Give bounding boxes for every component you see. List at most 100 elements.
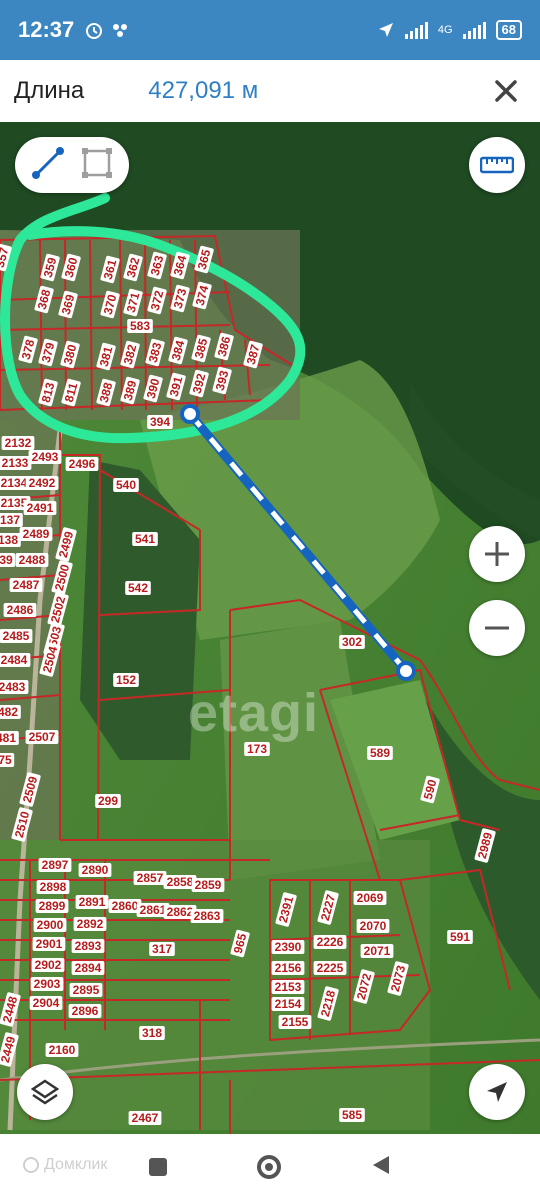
parcel-number: 2897 xyxy=(42,858,69,872)
parcel-label[interactable]: 2491 xyxy=(23,501,57,515)
parcel-label[interactable]: 2898 xyxy=(36,880,70,894)
status-right: 4G 68 xyxy=(377,20,522,40)
parcel-label[interactable]: 2156 xyxy=(271,961,305,975)
parcel-label[interactable]: 2467 xyxy=(128,1111,162,1125)
map-canvas[interactable]: 357 359 360 361 362 363 364 365368 369 370 371 372 3… xyxy=(0,122,540,1134)
parcel-label[interactable]: 2857 xyxy=(133,871,167,885)
parcel-label[interactable]: 152 xyxy=(113,673,139,687)
parcel-number: 2899 xyxy=(39,899,66,913)
recent-apps-button[interactable] xyxy=(149,1158,167,1176)
parcel-label[interactable]: 137 xyxy=(0,513,23,527)
parcel-label[interactable]: 2895 xyxy=(69,983,103,997)
map-view[interactable]: 357 359 360 361 362 363 364 365 368 369 370 371 372 3… xyxy=(0,122,540,1134)
parcel-label[interactable]: 39 xyxy=(0,553,16,567)
parcel-label[interactable]: 585 xyxy=(339,1108,365,1122)
parcel-label[interactable]: 2489 xyxy=(19,527,53,541)
parcel-label[interactable]: 318 xyxy=(139,1026,165,1040)
parcel-number: 2895 xyxy=(73,983,100,997)
home-button[interactable] xyxy=(257,1155,281,1179)
parcel-label[interactable]: 2900 xyxy=(33,918,67,932)
parcel-label[interactable]: 2483 xyxy=(0,680,29,694)
parcel-number: 542 xyxy=(128,581,148,595)
parcel-label[interactable]: 2894 xyxy=(71,961,105,975)
parcel-label[interactable]: 2488 xyxy=(15,553,49,567)
parcel-label[interactable]: 2132 xyxy=(1,436,35,450)
parcel-number: 75 xyxy=(0,753,12,767)
parcel-label[interactable]: 2493 xyxy=(28,450,62,464)
parcel-label[interactable]: 2486 xyxy=(3,603,37,617)
parcel-label[interactable]: 2133 xyxy=(0,456,32,470)
close-button[interactable] xyxy=(486,71,526,111)
layers-button[interactable] xyxy=(17,1064,73,1120)
back-button[interactable] xyxy=(371,1154,391,1181)
parcel-label[interactable]: 542 xyxy=(125,581,151,595)
locate-button[interactable] xyxy=(469,1064,525,1120)
parcel-label[interactable]: 2891 xyxy=(75,895,109,909)
parcel-label[interactable]: 2154 xyxy=(271,997,305,1011)
parcel-label[interactable]: 302 xyxy=(339,635,365,649)
parcel-label[interactable]: 138 xyxy=(0,533,21,547)
parcel-label[interactable]: 2492 xyxy=(25,476,59,490)
measure-end-point[interactable] xyxy=(396,661,416,681)
parcel-label[interactable]: 2487 xyxy=(9,578,43,592)
parcel-label[interactable]: 2903 xyxy=(30,977,64,991)
zoom-out-button[interactable] xyxy=(469,600,525,656)
parcel-number: 318 xyxy=(142,1026,162,1040)
parcel-label[interactable]: 2858 xyxy=(163,875,197,889)
parcel-label[interactable]: 2070 xyxy=(356,919,390,933)
ruler-button[interactable] xyxy=(469,137,525,193)
parcel-label[interactable]: 2485 xyxy=(0,629,33,643)
parcel-label[interactable]: 299 xyxy=(95,794,121,808)
parcel-label[interactable]: 540 xyxy=(113,478,139,492)
parcel-number: 2901 xyxy=(36,937,63,951)
parcel-number: 540 xyxy=(116,478,136,492)
parcel-label[interactable]: 2071 xyxy=(360,944,394,958)
parcel-label[interactable]: 2484 xyxy=(0,653,31,667)
parcel-label[interactable]: 2904 xyxy=(29,996,63,1010)
zoom-in-button[interactable] xyxy=(469,526,525,582)
parcel-label[interactable]: 75 xyxy=(0,753,15,767)
parcel-number: 2862 xyxy=(167,905,194,919)
area-mode-button[interactable] xyxy=(79,145,115,186)
parcel-number: 2857 xyxy=(137,871,164,885)
parcel-label[interactable]: 2860 xyxy=(108,899,142,913)
parcel-label[interactable]: 589 xyxy=(367,746,393,760)
parcel-label[interactable]: 2863 xyxy=(190,909,224,923)
parcel-number: 2893 xyxy=(75,939,102,953)
parcel-label[interactable]: 2153 xyxy=(271,980,305,994)
parcel-label[interactable]: 2155 xyxy=(278,1015,312,1029)
parcel-label[interactable]: 583 xyxy=(127,319,153,333)
parcel-label[interactable]: 2901 xyxy=(32,937,66,951)
parcel-number: 2859 xyxy=(195,878,222,892)
parcel-number: 2156 xyxy=(275,961,302,975)
parcel-label[interactable]: 2496 xyxy=(65,457,99,471)
system-nav-bar: Домклик xyxy=(0,1134,540,1200)
parcel-label[interactable]: 2160 xyxy=(45,1043,79,1057)
parcel-label[interactable]: 482 xyxy=(0,705,21,719)
parcel-number: 2069 xyxy=(357,891,384,905)
parcel-label[interactable]: 2893 xyxy=(71,939,105,953)
parcel-label[interactable]: 2892 xyxy=(73,917,107,931)
parcel-label[interactable]: 2225 xyxy=(313,961,347,975)
parcel-label[interactable]: 394 xyxy=(147,415,173,429)
line-mode-button[interactable] xyxy=(30,145,66,186)
measure-start-point[interactable] xyxy=(180,404,200,424)
parcel-label[interactable]: 2069 xyxy=(353,891,387,905)
parcel-label[interactable]: 173 xyxy=(244,742,270,756)
parcel-label[interactable]: 2899 xyxy=(35,899,69,913)
parcel-label[interactable]: 317 xyxy=(149,942,175,956)
parcel-label[interactable]: 591 xyxy=(447,930,473,944)
parcel-label[interactable]: 2896 xyxy=(68,1004,102,1018)
parcel-label[interactable]: 541 xyxy=(132,532,158,546)
parcel-label[interactable]: 2507 xyxy=(25,730,59,744)
signal-icon xyxy=(404,21,428,39)
parcel-label[interactable]: 2859 xyxy=(191,878,225,892)
parcel-label[interactable]: 481 xyxy=(0,731,19,745)
parcel-number: 2858 xyxy=(167,875,194,889)
parcel-label[interactable]: 2890 xyxy=(78,863,112,877)
parcel-label[interactable]: 2226 xyxy=(313,935,347,949)
parcel-label[interactable]: 2390 xyxy=(271,940,305,954)
parcel-label[interactable]: 2897 xyxy=(38,858,72,872)
parcel-number: 2225 xyxy=(317,961,344,975)
parcel-label[interactable]: 2902 xyxy=(31,958,65,972)
